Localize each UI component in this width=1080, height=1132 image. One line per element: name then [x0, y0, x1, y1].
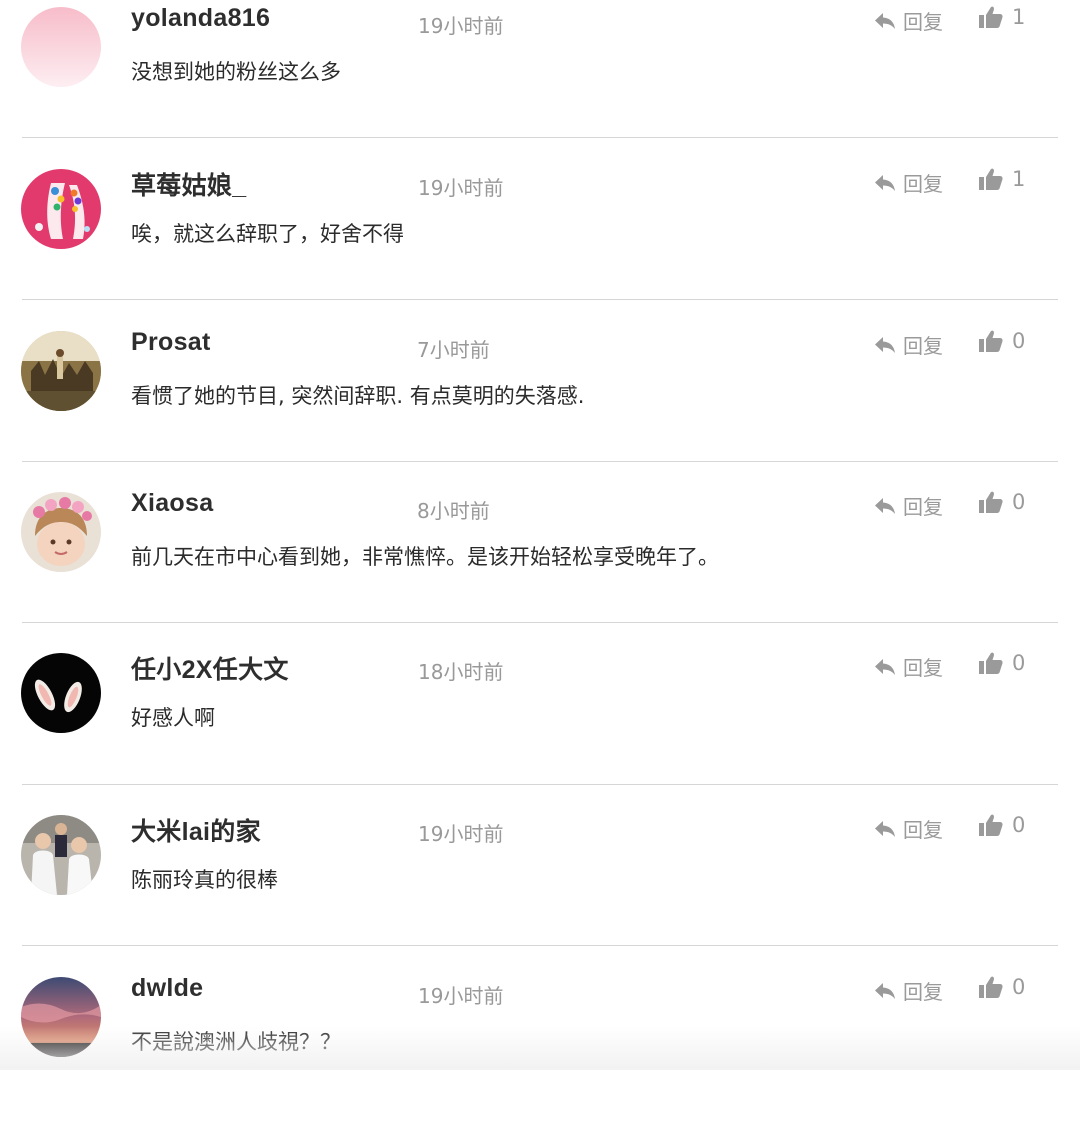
like-count: 0 — [1012, 975, 1026, 999]
thumbs-up-icon — [979, 168, 1003, 190]
username[interactable]: Xiaosa — [131, 489, 213, 518]
user-avatar[interactable] — [21, 331, 101, 411]
reply-arrow-icon — [875, 12, 895, 29]
reply-arrow-icon — [875, 658, 895, 675]
reply-arrow-icon — [875, 174, 895, 191]
comment-text: 陈丽玲真的很棒 — [131, 868, 278, 892]
comment-time: 19小时前 — [418, 14, 504, 38]
reply-label: 回复 — [903, 334, 943, 358]
comment-time: 19小时前 — [418, 822, 504, 846]
separator — [22, 299, 1058, 300]
comment-text: 没想到她的粉丝这么多 — [131, 60, 341, 84]
thumbs-up-icon — [979, 491, 1003, 513]
comment-text: 看惯了她的节目, 突然间辞职. 有点莫明的失落感. — [131, 384, 585, 408]
username[interactable]: yolanda816 — [131, 4, 270, 33]
user-avatar[interactable] — [21, 492, 101, 572]
separator — [22, 137, 1058, 138]
like-button[interactable]: 1 — [978, 4, 1025, 30]
reply-button[interactable]: 回复 — [873, 330, 943, 359]
reply-arrow-icon — [875, 497, 895, 514]
comment-list: yolanda816 19小时前 没想到她的粉丝这么多 回复 1 草莓姑娘_ 1… — [0, 0, 1080, 1070]
thumbs-up-icon — [979, 6, 1003, 28]
like-count: 0 — [1012, 651, 1026, 675]
comment-time: 18小时前 — [418, 660, 504, 684]
reply-arrow-icon — [875, 982, 895, 999]
reply-button[interactable]: 回复 — [873, 168, 943, 197]
like-count: 0 — [1012, 490, 1026, 514]
user-avatar[interactable] — [21, 653, 101, 733]
thumbs-up-icon — [979, 330, 1003, 352]
comment-time: 7小时前 — [417, 338, 490, 362]
separator — [22, 622, 1058, 623]
like-count: 0 — [1012, 329, 1026, 353]
like-button[interactable]: 0 — [978, 812, 1025, 838]
like-button[interactable]: 0 — [978, 328, 1025, 354]
like-count: 1 — [1012, 5, 1026, 29]
like-button[interactable]: 0 — [978, 974, 1025, 1000]
username[interactable]: 任小2X任大文 — [131, 650, 289, 686]
comment-time: 8小时前 — [417, 499, 490, 523]
separator — [22, 945, 1058, 946]
like-count: 0 — [1012, 813, 1026, 837]
username[interactable]: dwlde — [131, 974, 203, 1003]
reply-button[interactable]: 回复 — [873, 814, 943, 843]
like-button[interactable]: 0 — [978, 650, 1025, 676]
user-avatar[interactable] — [21, 7, 101, 87]
like-count: 1 — [1012, 167, 1026, 191]
reply-label: 回复 — [903, 495, 943, 519]
user-avatar[interactable] — [21, 977, 101, 1057]
reply-button[interactable]: 回复 — [873, 652, 943, 681]
thumbs-up-icon — [979, 976, 1003, 998]
reply-arrow-icon — [875, 336, 895, 353]
comment-text: 唉，就这么辞职了，好舍不得 — [131, 222, 404, 246]
comment-text: 前几天在市中心看到她，非常憔悴。是该开始轻松享受晚年了。 — [131, 545, 719, 569]
username[interactable]: 大米lai的家 — [131, 812, 261, 848]
reply-label: 回复 — [903, 980, 943, 1004]
reply-label: 回复 — [903, 172, 943, 196]
user-avatar[interactable] — [21, 169, 101, 249]
comment-text: 不是說澳洲人歧視？？ — [131, 1030, 341, 1054]
like-button[interactable]: 0 — [978, 489, 1025, 515]
reply-label: 回复 — [903, 818, 943, 842]
reply-arrow-icon — [875, 820, 895, 837]
comment-item: dwlde 19小时前 不是說澳洲人歧視？？ 回复 0 — [0, 970, 1080, 1132]
comment-text: 好感人啊 — [131, 706, 215, 730]
reply-button[interactable]: 回复 — [873, 976, 943, 1005]
reply-label: 回复 — [903, 10, 943, 34]
reply-button[interactable]: 回复 — [873, 6, 943, 35]
thumbs-up-icon — [979, 814, 1003, 836]
separator — [22, 784, 1058, 785]
username[interactable]: 草莓姑娘_ — [131, 166, 246, 202]
thumbs-up-icon — [979, 652, 1003, 674]
reply-button[interactable]: 回复 — [873, 491, 943, 520]
comment-time: 19小时前 — [418, 984, 504, 1008]
reply-label: 回复 — [903, 656, 943, 680]
like-button[interactable]: 1 — [978, 166, 1025, 192]
comment-time: 19小时前 — [418, 176, 504, 200]
username[interactable]: Prosat — [131, 328, 211, 357]
user-avatar[interactable] — [21, 815, 101, 895]
separator — [22, 461, 1058, 462]
